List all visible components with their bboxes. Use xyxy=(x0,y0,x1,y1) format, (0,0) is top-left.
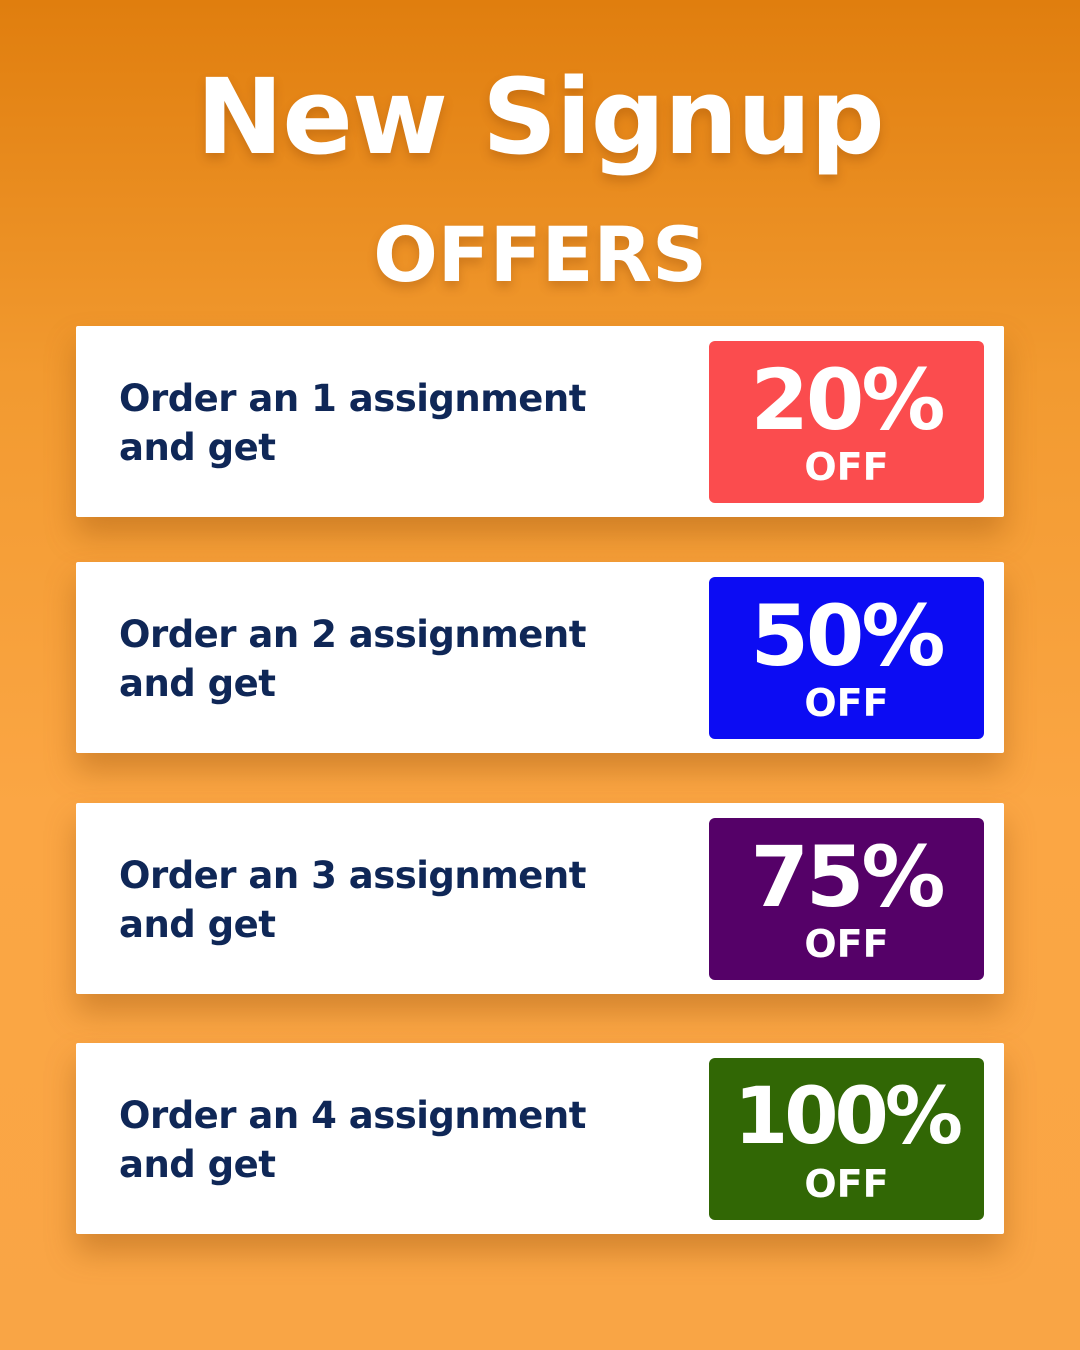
offer-text-line2: and get xyxy=(119,662,276,705)
offer-description: Order an 2 assignment and get xyxy=(119,610,699,708)
discount-off-label: OFF xyxy=(804,1162,889,1206)
discount-off-label: OFF xyxy=(804,445,889,489)
offer-description: Order an 4 assignment and get xyxy=(119,1091,699,1189)
discount-percent: 20% xyxy=(750,351,945,449)
offer-text-line2: and get xyxy=(119,426,276,469)
discount-off-label: OFF xyxy=(804,922,889,966)
offer-text-line2: and get xyxy=(119,903,276,946)
offer-card-1: Order an 1 assignment and get 20% OFF xyxy=(76,326,1004,517)
discount-percent: 100% xyxy=(734,1072,963,1162)
discount-badge: 20% OFF xyxy=(709,341,984,503)
discount-off-label: OFF xyxy=(804,681,889,725)
page-title: New Signup xyxy=(196,56,884,178)
discount-badge: 75% OFF xyxy=(709,818,984,980)
offer-text-line1: Order an 2 assignment xyxy=(119,613,586,656)
offer-text-line2: and get xyxy=(119,1143,276,1186)
offer-card-4: Order an 4 assignment and get 100% OFF xyxy=(76,1043,1004,1234)
offer-text-line1: Order an 3 assignment xyxy=(119,854,586,897)
offer-text-line1: Order an 4 assignment xyxy=(119,1094,586,1137)
discount-percent: 75% xyxy=(750,828,945,926)
offer-description: Order an 3 assignment and get xyxy=(119,851,699,949)
discount-percent: 50% xyxy=(750,587,945,685)
page-subtitle: OFFERS xyxy=(373,210,707,299)
discount-badge: 100% OFF xyxy=(709,1058,984,1220)
offer-text-line1: Order an 1 assignment xyxy=(119,377,586,420)
discount-badge: 50% OFF xyxy=(709,577,984,739)
offer-description: Order an 1 assignment and get xyxy=(119,374,699,472)
offer-card-2: Order an 2 assignment and get 50% OFF xyxy=(76,562,1004,753)
offer-card-3: Order an 3 assignment and get 75% OFF xyxy=(76,803,1004,994)
